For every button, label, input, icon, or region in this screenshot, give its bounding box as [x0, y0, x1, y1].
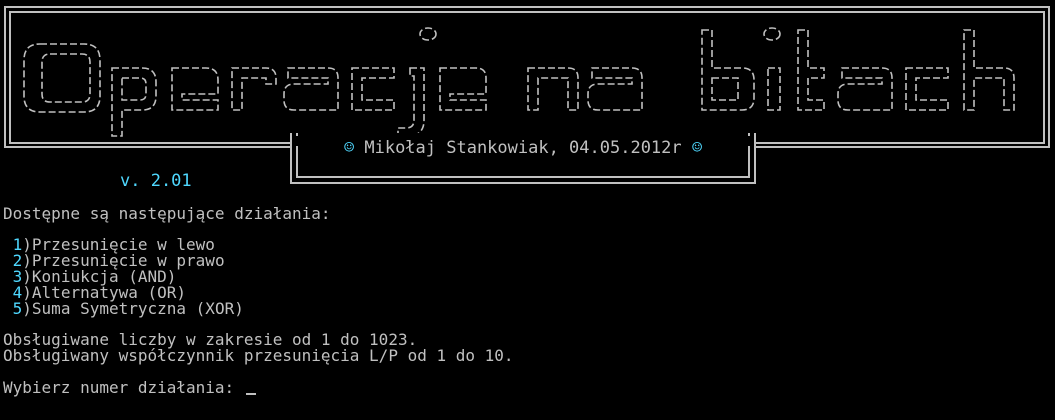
console-window[interactable]: ☺ Mikołaj Stankowiak, 04.05.2012r ☺ v. 2… [0, 0, 1055, 420]
menu-label: )Suma Symetryczna (XOR) [22, 299, 244, 318]
prompt-label: Wybierz numer działania: [3, 378, 244, 397]
author-credit: ☺ Mikołaj Stankowiak, 04.05.2012r ☺ [300, 137, 746, 159]
text-cursor [245, 393, 256, 395]
info-shift-text: Obsługiwany współczynnik przesunięcia L/… [3, 346, 514, 365]
version-label: v. 2.01 [120, 171, 192, 191]
banner-title-art [23, 27, 1015, 137]
smiley-icon: ☺ [691, 138, 703, 158]
author-name-date: Mikołaj Stankowiak, 04.05.2012r [364, 138, 682, 158]
menu-number: 5 [12, 299, 23, 318]
smiley-icon: ☺ [343, 138, 355, 158]
input-prompt[interactable]: Wybierz numer działania: [3, 380, 256, 396]
menu-item-5: 5)Suma Symetryczna (XOR) [3, 301, 244, 317]
intro-text: Dostępne są następujące działania: [3, 204, 331, 223]
